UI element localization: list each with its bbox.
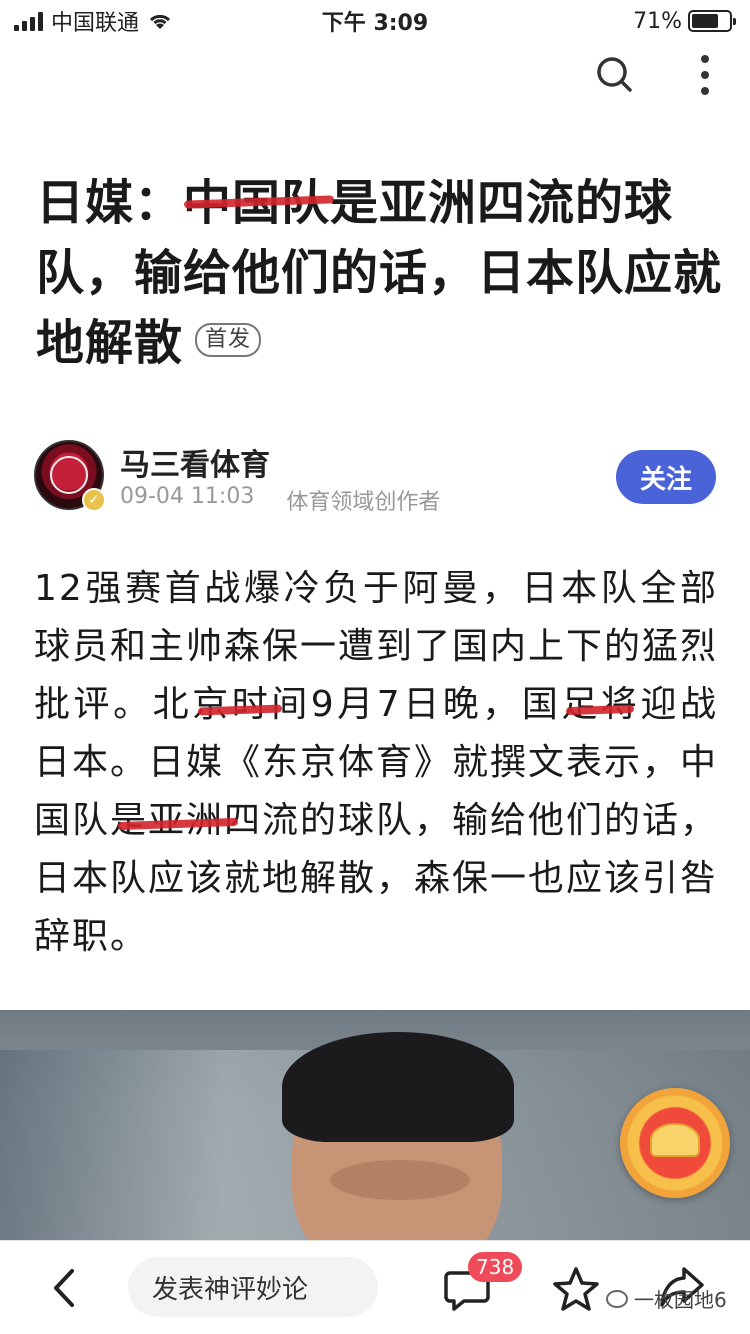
chevron-left-icon bbox=[54, 1269, 74, 1307]
article-title: 日媒：中国队是亚洲四流的球队，输给他们的话，日本队应就地解散 首发 bbox=[36, 168, 726, 378]
status-bar: 中国联通 下午 3:09 71% bbox=[0, 0, 750, 42]
watermark-text: 一枚园地6 bbox=[634, 1288, 727, 1312]
publish-date: 09-04 11:03 bbox=[120, 484, 255, 509]
person-hair bbox=[282, 1032, 514, 1142]
red-packet-icon bbox=[650, 1123, 700, 1157]
top-actions bbox=[590, 50, 730, 100]
red-packet-button[interactable] bbox=[620, 1088, 730, 1198]
comment-count-badge: 738 bbox=[468, 1252, 523, 1282]
follow-button[interactable]: 关注 bbox=[616, 450, 716, 504]
star-icon bbox=[553, 1267, 599, 1311]
wechat-icon bbox=[606, 1289, 628, 1308]
wifi-icon bbox=[149, 14, 171, 29]
back-button[interactable] bbox=[40, 1263, 90, 1313]
watermark: 一枚园地6 bbox=[606, 1284, 727, 1313]
favorite-button[interactable] bbox=[548, 1261, 604, 1317]
author-meta: 09-04 11:03 体育领域创作者 bbox=[120, 484, 440, 516]
search-button[interactable] bbox=[590, 50, 640, 100]
status-right: 71% bbox=[633, 8, 736, 34]
battery-fill bbox=[692, 14, 718, 28]
signal-icon bbox=[14, 11, 43, 31]
search-icon bbox=[597, 57, 632, 92]
article-title-text: 日媒：中国队是亚洲四流的球队，输给他们的话，日本队应就地解散 bbox=[36, 175, 723, 371]
article-body: 12强赛首战爆冷负于阿曼，日本队全部球员和主帅森保一遭到了国内上下的猛烈批评。北… bbox=[34, 568, 719, 957]
first-publish-badge: 首发 bbox=[195, 323, 262, 357]
battery-percent: 71% bbox=[633, 8, 682, 34]
author-tag: 体育领域创作者 bbox=[286, 490, 441, 515]
carrier-label: 中国联通 bbox=[51, 11, 140, 36]
author-row: ✓ 马三看体育 09-04 11:03 体育领域创作者 关注 bbox=[34, 440, 724, 520]
status-left: 中国联通 bbox=[14, 5, 173, 37]
battery-icon bbox=[688, 10, 736, 32]
verified-icon: ✓ bbox=[82, 488, 106, 512]
author-name[interactable]: 马三看体育 bbox=[120, 440, 270, 484]
more-button[interactable] bbox=[680, 50, 730, 100]
more-vertical-icon bbox=[701, 55, 709, 95]
comment-input[interactable]: 发表神评妙论 bbox=[128, 1257, 378, 1317]
